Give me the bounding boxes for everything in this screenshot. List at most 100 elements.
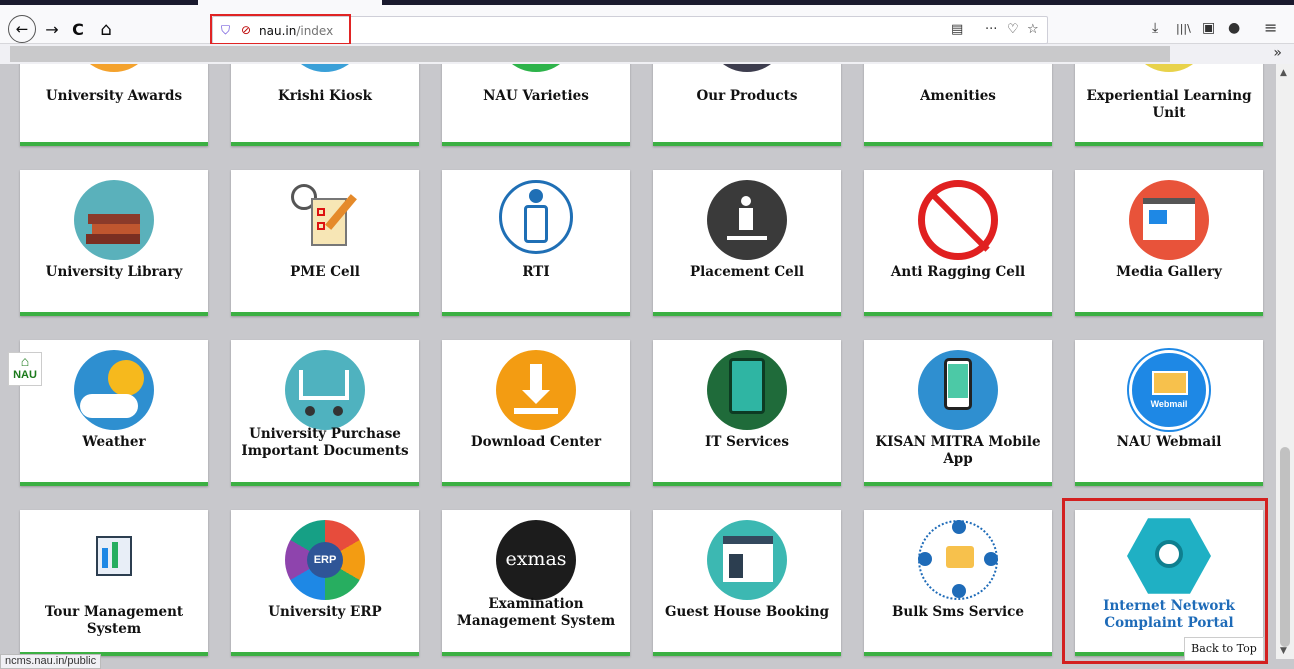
browser-toolbar: ← → C ⌂ ⛉ ⊘ nau.in/index ▤ ··· ♡ ☆ ⤓ |||… [0, 0, 1294, 45]
tablet-icon [707, 350, 787, 430]
downloads-icon[interactable]: ⤓ [1152, 20, 1158, 36]
card-guest-house[interactable]: Guest House Booking [653, 510, 841, 656]
rti-person-icon [499, 180, 573, 254]
card-pme-cell[interactable]: PME Cell [231, 170, 419, 316]
card-title: Anti Ragging Cell [890, 264, 1026, 280]
card-nau-varieties[interactable]: NAU Varieties [442, 64, 630, 146]
card-title: Placement Cell [689, 264, 805, 280]
card-nau-webmail[interactable]: Webmail NAU Webmail [1075, 340, 1263, 486]
card-university-purchase[interactable]: University Purchase Important Documents [231, 340, 419, 486]
tab-indicator [0, 0, 198, 5]
pocket-icon[interactable]: ♡ [1007, 22, 1019, 37]
card-title: IT Services [705, 434, 789, 450]
card-placement-cell[interactable]: Placement Cell [653, 170, 841, 316]
reload-icon[interactable]: C [66, 17, 90, 41]
card-krishi-kiosk[interactable]: Krishi Kiosk [231, 64, 419, 146]
booking-icon [707, 520, 787, 600]
menu-icon[interactable]: ≡ [1264, 18, 1277, 37]
card-experiential-learning[interactable]: Experiential Learning Unit [1075, 64, 1263, 146]
card-our-products[interactable]: Our Products [653, 64, 841, 146]
card-bulk-sms[interactable]: Bulk Sms Service [864, 510, 1052, 656]
card-title: Tour Management System [44, 604, 184, 637]
card-title: NAU Webmail [1116, 434, 1222, 450]
bookmark-star-icon[interactable]: ☆ [1027, 22, 1039, 37]
anti-ragging-icon [918, 180, 998, 260]
card-title: Guest House Booking [664, 604, 830, 620]
card-university-library[interactable]: University Library [20, 170, 208, 316]
scroll-thumb[interactable] [1280, 447, 1290, 647]
card-title: University Library [45, 264, 183, 280]
varieties-icon [496, 64, 576, 72]
card-title: KISAN MITRA Mobile App [875, 434, 1041, 467]
card-rti[interactable]: RTI [442, 170, 630, 316]
status-bar-url: ncms.nau.in/public [0, 654, 102, 669]
card-title: Download Center [470, 434, 602, 450]
card-university-erp[interactable]: ERP University ERP [231, 510, 419, 656]
card-title: University ERP [268, 604, 382, 620]
kiosk-icon [285, 64, 365, 72]
bookmarks-bar: » [0, 44, 1294, 64]
back-to-top-button[interactable]: Back to Top [1184, 637, 1264, 661]
weather-icon [74, 350, 154, 430]
forward-icon[interactable]: → [40, 17, 64, 41]
scroll-up-icon[interactable]: ▲ [1280, 68, 1287, 78]
tour-icon [74, 520, 154, 600]
download-arrow-icon [496, 350, 576, 430]
media-gallery-icon [1129, 180, 1209, 260]
card-title: Bulk Sms Service [892, 604, 1024, 620]
url-highlight-box [210, 14, 351, 45]
card-title: Weather [82, 434, 146, 450]
card-amenities[interactable]: Amenities [864, 64, 1052, 146]
card-title: Examination Management System [456, 596, 616, 629]
card-media-gallery[interactable]: Media Gallery [1075, 170, 1263, 316]
card-weather[interactable]: Weather [20, 340, 208, 486]
exmas-logo-icon: exmas [496, 520, 576, 600]
scroll-down-icon[interactable]: ▼ [1280, 646, 1287, 656]
card-it-services[interactable]: IT Services [653, 340, 841, 486]
checklist-icon [285, 180, 365, 260]
webmail-label: Webmail [1150, 399, 1188, 409]
overflow-chevron-icon[interactable]: » [1273, 45, 1282, 61]
card-title: RTI [522, 264, 550, 280]
products-icon [707, 64, 787, 72]
page-actions-icon[interactable]: ··· [985, 22, 997, 37]
webmail-envelope-icon: Webmail [1129, 350, 1209, 430]
amenities-icon [918, 64, 998, 72]
card-university-awards[interactable]: University Awards [20, 64, 208, 146]
card-title: Our Products [696, 88, 798, 104]
card-title: NAU Varieties [483, 88, 589, 104]
card-title: Media Gallery [1116, 264, 1222, 280]
back-icon[interactable]: ← [8, 15, 36, 43]
awards-icon [74, 64, 154, 72]
home-icon[interactable]: ⌂ [94, 17, 118, 41]
bookmarks-area [10, 46, 1170, 62]
card-anti-ragging[interactable]: Anti Ragging Cell [864, 170, 1052, 316]
library-icon[interactable]: |||\ [1176, 22, 1191, 35]
tab-strip [382, 0, 1294, 5]
nau-home-widget[interactable]: ⌂ NAU [8, 352, 42, 386]
home-icon: ⌂ [20, 353, 30, 369]
card-title: PME Cell [290, 264, 360, 280]
card-download-center[interactable]: Download Center [442, 340, 630, 486]
mobile-app-icon [918, 350, 998, 430]
sidebar-icon[interactable]: ▣ [1202, 20, 1215, 36]
library-books-icon [74, 180, 154, 260]
card-title: University Awards [45, 88, 183, 104]
home-widget-label: NAU [13, 369, 37, 381]
erp-icon: ERP [285, 520, 365, 600]
card-title: University Purchase Important Documents [241, 426, 409, 459]
card-tour-management[interactable]: Tour Management System [20, 510, 208, 656]
career-stairs-icon [707, 180, 787, 260]
card-title: Experiential Learning Unit [1086, 88, 1252, 121]
learning-icon [1129, 64, 1209, 72]
card-examination-management[interactable]: exmas Examination Management System [442, 510, 630, 656]
exmas-label: exmas [505, 548, 567, 570]
shopping-cart-icon [285, 350, 365, 430]
card-kisan-mitra[interactable]: KISAN MITRA Mobile App [864, 340, 1052, 486]
reader-view-icon[interactable]: ▤ [951, 22, 963, 37]
erp-label: ERP [307, 542, 343, 578]
card-title: Amenities [920, 88, 996, 104]
page-scrollbar[interactable]: ▲ ▼ [1276, 64, 1294, 659]
sms-network-icon [918, 520, 998, 600]
account-icon[interactable]: ● [1228, 20, 1240, 36]
